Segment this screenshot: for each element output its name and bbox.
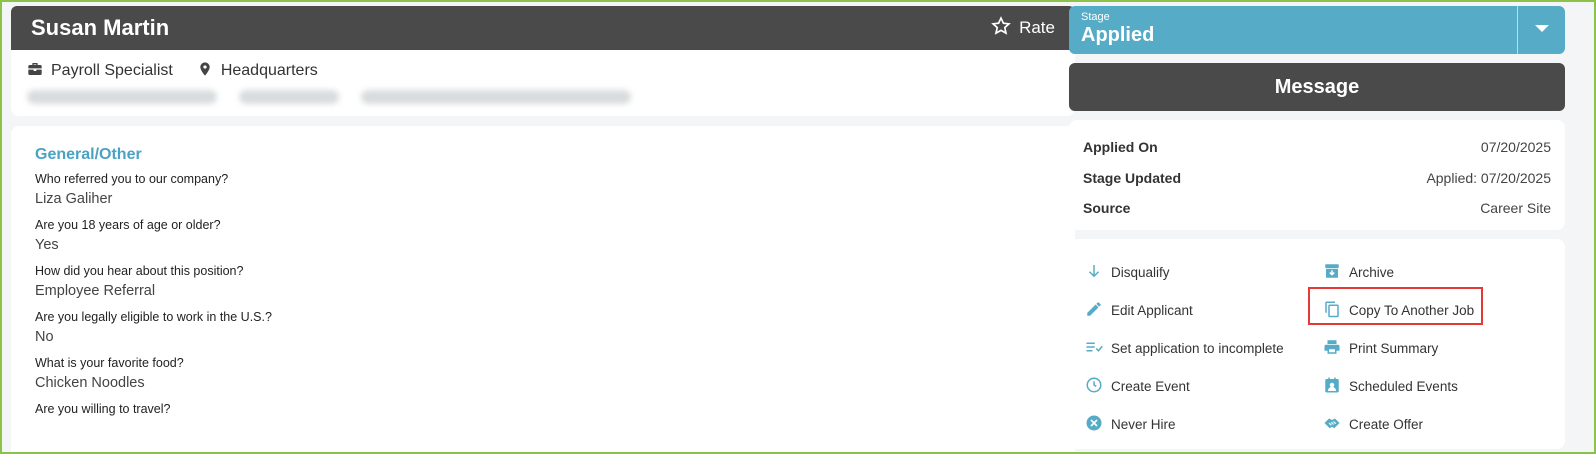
action-label: Edit Applicant xyxy=(1111,302,1193,318)
candidate-info-card: Payroll Specialist Headquarters xyxy=(11,50,1075,116)
print-summary-action[interactable]: Print Summary xyxy=(1323,329,1561,367)
question: How did you hear about this position? xyxy=(35,264,244,278)
caret-down-icon xyxy=(1534,21,1550,39)
answer: Liza Galiher xyxy=(35,191,113,207)
action-label: Never Hire xyxy=(1111,416,1176,432)
meta-key: Stage Updated xyxy=(1083,169,1182,186)
briefcase-icon xyxy=(27,61,43,82)
pencil-icon xyxy=(1085,300,1103,321)
stage-dropdown-toggle[interactable] xyxy=(1517,6,1565,54)
stage-label: Stage xyxy=(1081,11,1110,23)
rate-button[interactable]: Rate xyxy=(991,15,1055,41)
meta-key: Source xyxy=(1083,200,1131,217)
create-offer-action[interactable]: Create Offer xyxy=(1323,405,1561,443)
qa-item: Who referred you to our company? Liza Ga… xyxy=(35,172,1051,207)
map-pin-icon xyxy=(197,61,213,82)
archive-icon xyxy=(1323,262,1341,283)
job-title-text: Payroll Specialist xyxy=(51,62,173,79)
archive-action[interactable]: Archive xyxy=(1323,253,1561,291)
message-button[interactable]: Message xyxy=(1069,63,1565,111)
question: Are you legally eligible to work in the … xyxy=(35,310,272,324)
handshake-icon xyxy=(1323,414,1341,435)
action-label: Archive xyxy=(1349,264,1395,280)
rate-label: Rate xyxy=(1019,18,1055,37)
meta-value: 07/20/2025 xyxy=(1480,139,1551,156)
answer: Employee Referral xyxy=(35,283,156,299)
question: Are you willing to travel? xyxy=(35,402,171,416)
list-check-icon xyxy=(1085,338,1103,359)
calendar-person-icon xyxy=(1323,376,1341,397)
meta-row: Source Career Site xyxy=(1083,193,1551,224)
stage-dropdown[interactable]: Stage Applied xyxy=(1069,6,1565,54)
qa-item: Are you 18 years of age or older? Yes xyxy=(35,218,1051,253)
qa-item: Are you legally eligible to work in the … xyxy=(35,310,1051,345)
question: What is your favorite food? xyxy=(35,356,184,370)
printer-icon xyxy=(1323,338,1341,359)
never-hire-action[interactable]: Never Hire xyxy=(1085,405,1323,443)
meta-value: Applied: 07/20/2025 xyxy=(1426,169,1551,186)
meta-key: Applied On xyxy=(1083,139,1158,156)
action-label: Print Summary xyxy=(1349,340,1439,356)
redacted-email xyxy=(27,90,217,104)
edit-applicant-action[interactable]: Edit Applicant xyxy=(1085,291,1323,329)
stage-value: Applied xyxy=(1081,24,1155,46)
right-column: Stage Applied Message Applied On 07/20/2… xyxy=(1069,6,1565,449)
meta-row: Applied On 07/20/2025 xyxy=(1083,132,1551,163)
location-text: Headquarters xyxy=(220,62,318,79)
set-incomplete-action[interactable]: Set application to incomplete xyxy=(1085,329,1323,367)
left-column: Susan Martin Rate Payroll Specialist Hea… xyxy=(11,6,1075,452)
job-title: Payroll Specialist xyxy=(27,61,173,82)
answer: Yes xyxy=(35,237,59,253)
x-circle-icon xyxy=(1085,414,1103,435)
redacted-phone xyxy=(239,90,339,104)
question: Are you 18 years of age or older? xyxy=(35,218,221,232)
action-label: Create Event xyxy=(1111,378,1190,394)
action-label: Scheduled Events xyxy=(1349,378,1458,394)
create-event-action[interactable]: Create Event xyxy=(1085,367,1323,405)
scheduled-events-action[interactable]: Scheduled Events xyxy=(1323,367,1561,405)
star-icon xyxy=(991,15,1011,41)
questions-card: General/Other Who referred you to our co… xyxy=(11,126,1075,452)
section-title: General/Other xyxy=(35,146,142,163)
application-meta-card: Applied On 07/20/2025 Stage Updated Appl… xyxy=(1069,120,1565,230)
action-label: Set application to incomplete xyxy=(1111,340,1284,356)
actions-card: Disqualify Archive Edit Applicant Copy T… xyxy=(1069,239,1565,449)
copy-to-another-job-action[interactable]: Copy To Another Job xyxy=(1323,291,1561,329)
qa-item: How did you hear about this position? Em… xyxy=(35,264,1051,299)
action-label: Create Offer xyxy=(1349,416,1424,432)
action-label: Disqualify xyxy=(1111,264,1170,280)
answer: Chicken Noodles xyxy=(35,375,145,391)
location: Headquarters xyxy=(197,61,318,82)
action-label: Copy To Another Job xyxy=(1349,302,1475,318)
candidate-header: Susan Martin Rate xyxy=(11,6,1075,50)
answer: No xyxy=(35,329,54,345)
clock-icon xyxy=(1085,376,1103,397)
redacted-address xyxy=(361,90,631,104)
disqualify-action[interactable]: Disqualify xyxy=(1085,253,1323,291)
question: Who referred you to our company? xyxy=(35,172,229,186)
arrow-down-icon xyxy=(1085,262,1103,283)
qa-item: What is your favorite food? Chicken Nood… xyxy=(35,356,1051,391)
qa-item: Are you willing to travel? xyxy=(35,402,1051,416)
redacted-contact-info xyxy=(27,90,1059,104)
page-frame: Susan Martin Rate Payroll Specialist Hea… xyxy=(0,0,1596,454)
copy-icon xyxy=(1323,300,1341,321)
meta-row: Stage Updated Applied: 07/20/2025 xyxy=(1083,163,1551,194)
candidate-name: Susan Martin xyxy=(31,15,170,40)
meta-value: Career Site xyxy=(1480,200,1551,217)
